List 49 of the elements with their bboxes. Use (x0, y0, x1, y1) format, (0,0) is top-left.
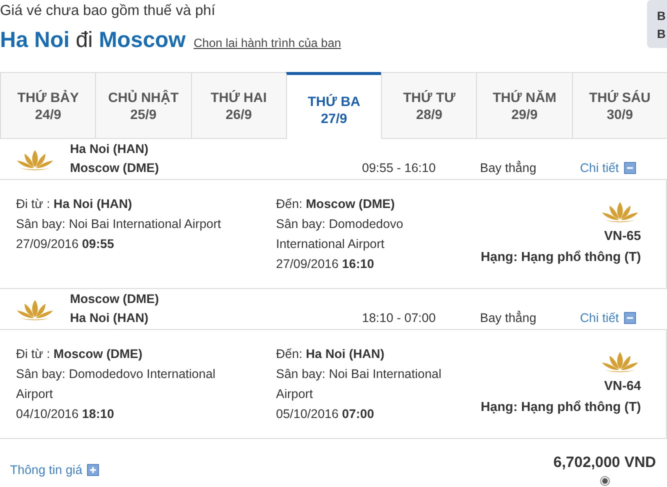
lotus-logo-icon (16, 298, 54, 320)
details-link[interactable]: Chi tiết (580, 311, 636, 325)
departure-airport: Sân bay: Domodedovo International Airport (16, 366, 216, 403)
details-link[interactable]: Chi tiết (580, 161, 636, 175)
total-price: 6,702,000 VND (553, 454, 656, 471)
flight-number: VN-65 (604, 227, 641, 245)
date-tab[interactable]: THỨ HAI 26/9 (190, 72, 286, 138)
departure-place: Đi từ : Ha Noi (HAN) (16, 196, 134, 213)
expand-icon[interactable] (87, 464, 100, 476)
fare-class: Hạng: Hạng phổ thông (T) (480, 248, 641, 266)
date-tab[interactable]: THỨ BA 27/9 (286, 72, 382, 139)
arrival-place: Đến: Moscow (DME) (276, 196, 396, 213)
date-tab[interactable]: CHỦ NHẬT 25/9 (95, 72, 191, 138)
date-tab[interactable]: THỨ NĂM 29/9 (476, 72, 572, 138)
flight-number: VN-64 (604, 377, 641, 395)
arrival-datetime: 05/10/2016 07:00 (276, 406, 376, 423)
flight-stops: Bay thẳng (480, 161, 538, 175)
departure-datetime: 27/09/2016 09:55 (16, 236, 116, 253)
flight-time: 09:55 - 16:10 (362, 161, 437, 175)
departure-datetime: 04/10/2016 18:10 (16, 406, 116, 423)
arrival-airport: Sân bay: Noi Bai International Airport (276, 366, 442, 403)
flight-destination: Moscow (DME) (70, 160, 160, 177)
tooltip: B B (647, 0, 667, 48)
fare-note: Giá vé chưa bao gồm thuế và phí (0, 2, 216, 20)
destination-city: Moscow (98, 27, 186, 53)
fare-class: Hạng: Hạng phổ thông (T) (480, 398, 641, 416)
collapse-icon[interactable] (624, 312, 636, 324)
lotus-logo-icon (601, 350, 639, 373)
arrival-place: Đến: Ha Noi (HAN) (276, 346, 386, 363)
fare-radio[interactable] (600, 476, 610, 486)
flight-time: 18:10 - 07:00 (362, 311, 437, 325)
lotus-logo-icon (16, 148, 54, 170)
collapse-icon[interactable] (624, 162, 636, 174)
origin-city: Ha Noi (0, 27, 70, 53)
route-joiner: đi (76, 27, 93, 53)
date-tab[interactable]: THỨ TƯ 28/9 (381, 72, 476, 138)
lotus-logo-icon (601, 200, 639, 223)
change-itinerary-link[interactable]: Chon lai hành trình của ban (194, 36, 342, 50)
flight-destination: Ha Noi (HAN) (70, 310, 150, 327)
date-tab[interactable]: THỨ SÁU 30/9 (572, 72, 667, 138)
date-tab[interactable]: THỨ BẢY 24/9 (0, 72, 96, 138)
flight-origin: Moscow (DME) (70, 291, 160, 308)
departure-place: Đi từ : Moscow (DME) (16, 346, 144, 363)
flight-origin: Ha Noi (HAN) (70, 141, 150, 158)
arrival-airport: Sân bay: Domodedovo International Airport (276, 216, 404, 253)
departure-airport: Sân bay: Noi Bai International Airport (16, 216, 222, 233)
flight-stops: Bay thẳng (480, 311, 538, 325)
price-info-link[interactable]: Thông tin giá (10, 454, 100, 486)
arrival-datetime: 27/09/2016 16:10 (276, 256, 376, 273)
